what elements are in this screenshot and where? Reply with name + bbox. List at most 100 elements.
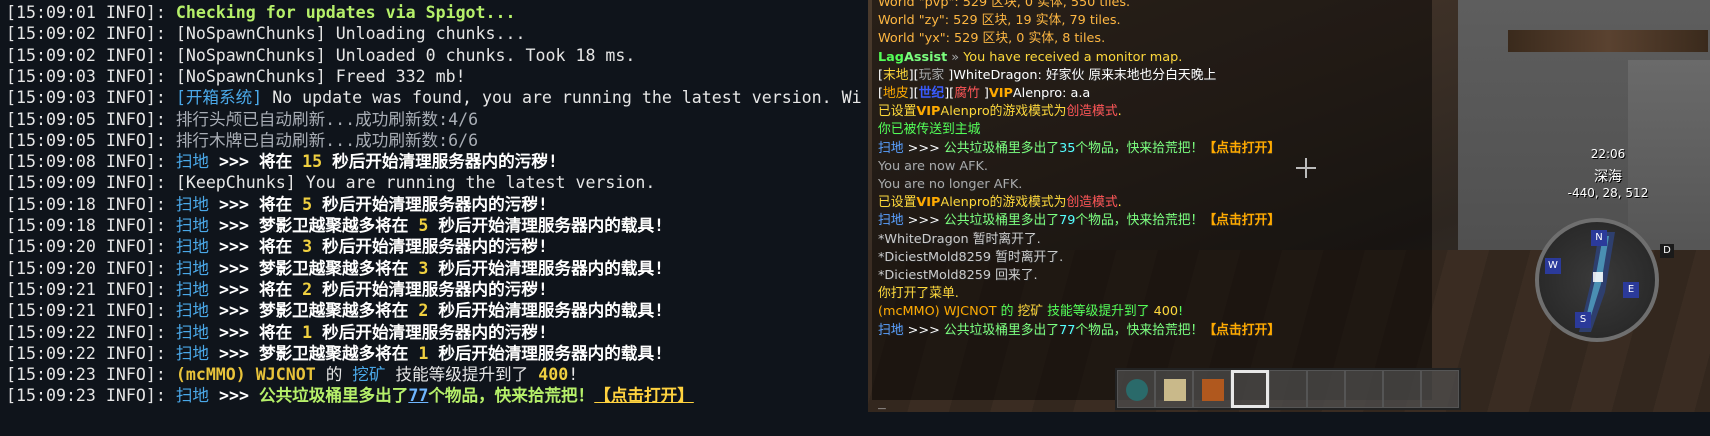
log-text: 扫地 (175, 216, 210, 235)
hotbar-slot[interactable] (1117, 370, 1155, 408)
chat-text: 35 (1059, 140, 1076, 156)
chat-message: World "pvp": 529 区块, 0 实体, 550 tiles. (878, 0, 1130, 12)
log-text: [NoSpawnChunks] Unloading chunks... (175, 24, 526, 44)
chat-text[interactable]: 【点击打开】 (1203, 141, 1280, 156)
chat-text: Alenpro: a.a (1012, 86, 1091, 101)
chat-message: 扫地 >>> 公共垃圾桶里多出了79个物品，快来拾荒把！【点击打开】 (878, 212, 1280, 230)
log-text: 15 (302, 152, 323, 172)
log-text: 扫地 (175, 237, 210, 257)
log-timestamp: [15:09:08 INFO]: (6, 152, 176, 172)
hotbar-slot[interactable] (1155, 370, 1193, 408)
chat-text: World "pvp": 529 区块, 0 实体, 550 tiles. (878, 0, 1131, 10)
log-text: >>> 梦影卫越聚越多将在 (209, 301, 419, 321)
hotbar-slot[interactable] (1383, 370, 1421, 408)
chat-text: ! (1178, 304, 1184, 320)
chat-text: (mcMMO) WJCNOT (878, 304, 997, 320)
log-text: >>> 将在 (209, 279, 303, 299)
chat-text: 创造模式 (1066, 104, 1118, 120)
map-icon (1164, 379, 1186, 401)
hud-biome: 深海 (1594, 169, 1622, 185)
log-line: [15:09:23 INFO]: 扫地 >>> 公共垃圾桶里多出了77个物品，快… (6, 385, 694, 407)
log-timestamp: [15:09:18 INFO]: (6, 194, 176, 214)
chat-text: >>> (903, 213, 944, 229)
wood-beam (1508, 30, 1708, 52)
chat-text: 公共垃圾桶里多出了 (943, 322, 1060, 338)
chat-text: 挖矿 (1017, 304, 1044, 320)
minimap-north-marker: N (1591, 230, 1607, 246)
hotbar-slot[interactable] (1421, 370, 1459, 408)
log-text: 扫地 (175, 279, 210, 299)
log-text: 3 (302, 237, 313, 257)
chat-message: 扫地 >>> 公共垃圾桶里多出了77个物品，快来拾荒把！【点击打开】 (878, 322, 1280, 340)
game-window[interactable]: World "pvp": 529 区块, 0 实体, 550 tiles. Wor… (868, 0, 1710, 412)
log-text: 1 (302, 322, 313, 342)
chat-text: >>> (903, 322, 944, 338)
log-line: [15:09:20 INFO]: 扫地 >>> 将在 3 秒后开始清理服务器内的… (6, 236, 548, 258)
log-text: [开箱系统] (175, 88, 263, 108)
log-text: 扫地 (175, 258, 210, 278)
chat-input-cursor[interactable]: _ (878, 395, 886, 410)
log-line: [15:09:08 INFO]: 扫地 >>> 将在 15 秒后开始清理服务器内… (6, 151, 558, 173)
chat-message: 你已被传送到主城 (878, 121, 980, 139)
chat-text: Assist (903, 49, 948, 65)
chat-text[interactable]: 【点击打开】 (1203, 323, 1280, 338)
hotbar-slot[interactable] (1269, 370, 1307, 408)
chat-text: 扫地 (878, 140, 904, 156)
hotbar-slot[interactable] (1345, 370, 1383, 408)
chat-text: 的 (996, 304, 1018, 320)
chat-text: 公共垃圾桶里多出了 (943, 213, 1060, 229)
chat-text: 地皮 (883, 86, 909, 101)
log-timestamp: [15:09:05 INFO]: (6, 130, 176, 150)
ender-pearl-icon (1126, 379, 1148, 401)
log-text: ! (568, 365, 579, 385)
chat-text: You have received a monitor map. (963, 49, 1183, 65)
log-text: 秒后开始清理服务器内的载具! (428, 343, 665, 363)
chat-text: ] (979, 86, 989, 101)
log-text: 挖矿 (352, 365, 386, 385)
chat-text: You are no longer AFK. (878, 177, 1023, 192)
log-line: [15:09:20 INFO]: 扫地 >>> 梦影卫越聚越多将在 3 秒后开始… (6, 258, 664, 280)
log-text: >>> 将在 (209, 152, 303, 172)
log-text: 秒后开始清理服务器内的载具! (428, 216, 665, 235)
chat-text: ][ (944, 86, 955, 101)
log-text: 的 (315, 365, 353, 385)
chat-message: LagAssist » You have received a monitor … (878, 49, 1182, 67)
chat-text: 创造模式 (1066, 195, 1118, 211)
log-text: 3 (418, 258, 429, 278)
chat-text: *WhiteDragon 暂时离开了. (878, 231, 1041, 247)
log-text: 秒后开始清理服务器内的载具! (428, 258, 665, 278)
hotbar[interactable] (1115, 368, 1461, 410)
log-timestamp: [15:09:22 INFO]: (6, 322, 176, 342)
log-text[interactable]: 【点击打开】 (594, 386, 694, 405)
chat-text: World "yx": 529 区块, 0 实体, 8 tiles. (878, 31, 1106, 47)
chat-text: 末地 (883, 67, 909, 83)
minimap-south-marker: S (1575, 312, 1591, 328)
log-timestamp: [15:09:02 INFO]: (6, 45, 176, 65)
log-timestamp: [15:09:21 INFO]: (6, 301, 176, 321)
chat-text: 腐竹 (954, 86, 980, 101)
log-text: 公共垃圾桶里多出了 (258, 386, 409, 406)
log-text: >>> 梦影卫越聚越多将在 (209, 258, 419, 278)
chat-text[interactable]: 【点击打开】 (1203, 213, 1280, 228)
log-text: 技能等级提升到了 (385, 365, 539, 385)
log-timestamp: [15:09:23 INFO]: (6, 365, 176, 385)
hotbar-slot[interactable] (1193, 370, 1231, 408)
log-text: 1 (418, 343, 429, 363)
chat-text: ][ (908, 67, 919, 83)
log-text[interactable]: 77 (408, 386, 428, 405)
chat-text: 个物品，快来拾荒把！ (1075, 322, 1204, 338)
chat-text: 世纪 (918, 86, 945, 101)
chat-text: Alenpro (940, 195, 990, 211)
minimap-east-marker: E (1623, 282, 1639, 298)
chat-text: 公共垃圾桶里多出了 (943, 140, 1060, 156)
log-text: 秒后开始清理服务器内的污秽! (322, 152, 558, 172)
hotbar-slot[interactable] (1307, 370, 1345, 408)
chat-message: 已设置VIPAlenpro的游戏模式为创造模式. (878, 194, 1122, 212)
log-timestamp: [15:09:23 INFO]: (6, 386, 176, 406)
hotbar-slot[interactable] (1231, 370, 1269, 408)
chat-text: *DiciestMold8259 回来了. (878, 268, 1038, 283)
log-timestamp: [15:09:09 INFO]: (6, 173, 176, 193)
chat-message: World "yx": 529 区块, 0 实体, 8 tiles. (878, 30, 1105, 48)
log-line: [15:09:05 INFO]: 排行头颅已自动刷新...成功刷新数:4/6 (6, 109, 478, 131)
chat-text: ][ (908, 86, 919, 101)
